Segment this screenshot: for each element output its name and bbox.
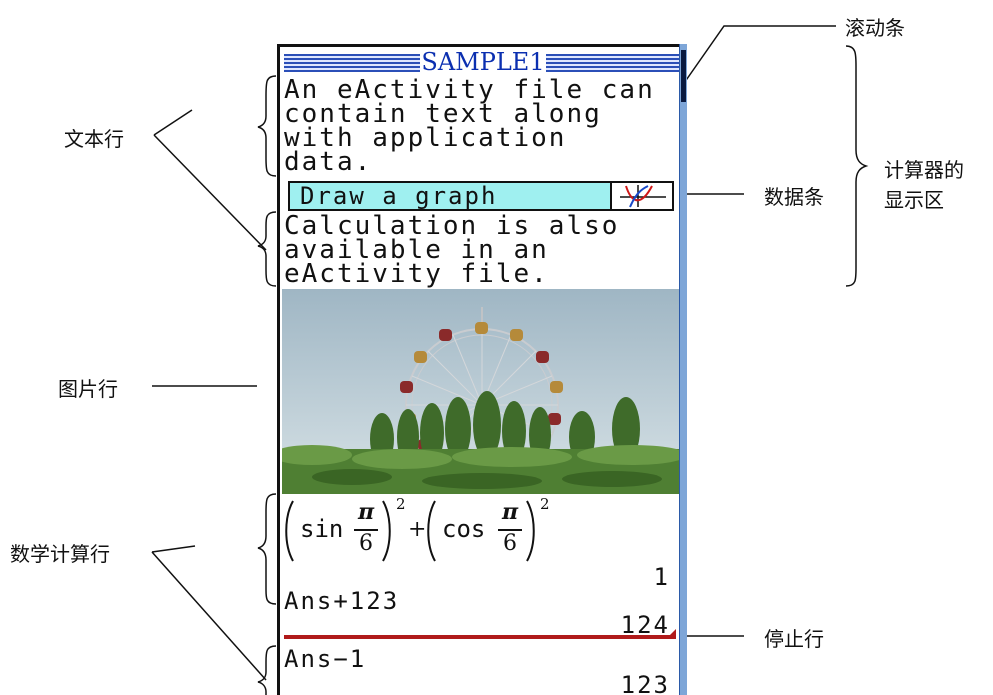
fraction-denominator: 6 bbox=[359, 531, 373, 556]
text-rows-leader-2 bbox=[153, 134, 267, 251]
cos-function: cos bbox=[442, 515, 486, 543]
text-line[interactable]: data. bbox=[284, 149, 372, 175]
math-rows-leader-1 bbox=[151, 545, 196, 553]
graph-icon bbox=[620, 185, 666, 208]
left-paren bbox=[285, 500, 294, 562]
callout-display-line-1: 计算器的 bbox=[884, 158, 964, 182]
scrollbar-leader bbox=[681, 25, 836, 87]
math-rows-leader-2 bbox=[151, 551, 267, 681]
math-expression-2[interactable]: Ans+123 bbox=[284, 587, 399, 615]
math-result-1: 1 bbox=[653, 563, 670, 591]
callout-scrollbar: 滚动条 bbox=[845, 16, 905, 40]
exponent: 2 bbox=[540, 495, 550, 513]
scrollbar[interactable] bbox=[679, 44, 687, 695]
calculator-display: SAMPLE1 An eActivity file can contain te… bbox=[277, 44, 685, 695]
left-paren bbox=[427, 500, 436, 562]
fraction-denominator: 6 bbox=[503, 531, 517, 556]
callout-stop-row: 停止行 bbox=[764, 627, 824, 651]
callout-math-rows: 数学计算行 bbox=[10, 542, 110, 566]
fraction-numerator: π bbox=[358, 499, 375, 525]
strip-label-box: Draw a graph bbox=[290, 183, 612, 209]
brace-display bbox=[845, 45, 869, 287]
title-stripes-left bbox=[284, 54, 420, 72]
math-expression-3[interactable]: Ans−1 bbox=[284, 645, 366, 673]
exponent: 2 bbox=[396, 495, 406, 513]
callout-text-rows: 文本行 bbox=[64, 127, 124, 151]
data-strip[interactable]: Draw a graph bbox=[288, 181, 674, 211]
callout-picture-row: 图片行 bbox=[58, 377, 118, 401]
right-paren bbox=[526, 500, 535, 562]
callout-display-line-2: 显示区 bbox=[884, 188, 944, 212]
title-stripes-right bbox=[546, 54, 680, 72]
page-title: SAMPLE1 bbox=[420, 48, 546, 76]
stop-line-marker bbox=[666, 629, 676, 639]
right-paren bbox=[382, 500, 391, 562]
math-line-1[interactable]: sin π 6 2 + cos π 6 2 bbox=[282, 495, 682, 579]
stop-line[interactable] bbox=[284, 635, 672, 639]
scrollbar-thumb[interactable] bbox=[681, 50, 686, 102]
callout-data-strip: 数据条 bbox=[764, 185, 824, 209]
text-rows-leader-1 bbox=[153, 109, 193, 136]
fraction-numerator: π bbox=[502, 499, 519, 525]
brace-text-1 bbox=[257, 75, 277, 177]
sin-function: sin bbox=[300, 515, 344, 543]
math-result-3: 123 bbox=[620, 671, 670, 695]
strip-label: Draw a graph bbox=[300, 182, 498, 210]
ferris-wheel-picture[interactable] bbox=[282, 289, 684, 494]
brace-text-2 bbox=[257, 211, 277, 287]
title-bar: SAMPLE1 bbox=[284, 48, 680, 76]
text-line[interactable]: eActivity file. bbox=[284, 261, 549, 287]
brace-math-1 bbox=[257, 493, 277, 605]
brace-math-2 bbox=[257, 645, 277, 695]
